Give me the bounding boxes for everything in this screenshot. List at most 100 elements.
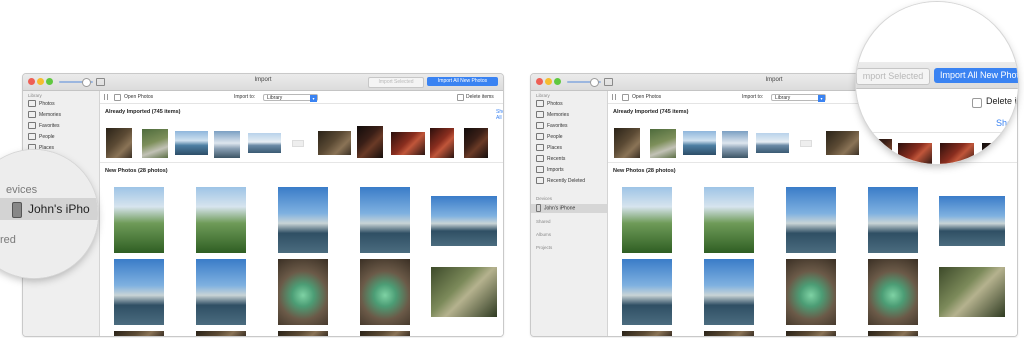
already-imported-heading: Already Imported (745 items): [105, 109, 181, 115]
imported-thumbnail[interactable]: [214, 131, 240, 158]
delete-items-checkbox[interactable]: [457, 94, 464, 101]
sidebar-item-memories[interactable]: Memories: [536, 111, 569, 120]
sidebar-item-favorites[interactable]: Favorites: [28, 122, 60, 131]
sidebar-item-label: People: [547, 134, 563, 140]
sidebar-header-library: Library: [28, 93, 42, 98]
sidebar-item-photos[interactable]: Photos: [28, 100, 55, 109]
import-toolbar: Open Photos Import to: Library ▾ Delete i…: [100, 91, 503, 104]
new-photo-thumbnail[interactable]: [278, 187, 328, 253]
imported-thumbnail[interactable]: [357, 126, 383, 158]
imported-thumbnail[interactable]: [614, 128, 640, 158]
sidebar-item-recently-deleted[interactable]: Recently Deleted: [536, 177, 585, 186]
new-photo-thumbnail[interactable]: [114, 187, 164, 253]
memories-icon: [536, 111, 544, 119]
imported-video-thumbnail[interactable]: [800, 140, 812, 147]
sidebar-toggle-icon[interactable]: [104, 94, 108, 100]
imported-thumbnail[interactable]: [756, 133, 789, 153]
zoomed-device-johns-iphone[interactable]: John's iPho: [28, 202, 90, 216]
new-photo-thumbnail[interactable]: [868, 331, 918, 336]
sidebar-item-favorites[interactable]: Favorites: [536, 122, 568, 131]
zoomed-devices-header: evices: [6, 184, 38, 196]
sidebar-item-people[interactable]: People: [536, 133, 563, 142]
new-photo-thumbnail[interactable]: [786, 187, 836, 253]
new-photo-thumbnail[interactable]: [196, 259, 246, 325]
imported-thumbnail[interactable]: [106, 128, 132, 158]
zoomed-shared-header: red: [0, 234, 16, 246]
imported-thumbnail[interactable]: [464, 128, 488, 158]
new-photo-thumbnail[interactable]: [622, 259, 672, 325]
imported-thumbnail[interactable]: [391, 132, 425, 155]
zoomed-delete-items-label: Delete ite: [986, 96, 1018, 106]
new-photo-thumbnail[interactable]: [786, 331, 836, 336]
sidebar-item-imports[interactable]: Imports: [536, 166, 564, 175]
popup-arrows-icon: ▾: [818, 95, 825, 102]
new-photo-thumbnail[interactable]: [868, 187, 918, 253]
new-photo-thumbnail[interactable]: [278, 259, 328, 325]
open-photos-checkbox[interactable]: [622, 94, 629, 101]
zoomed-delete-items-checkbox[interactable]: [972, 98, 982, 108]
new-photo-thumbnail[interactable]: [114, 259, 164, 325]
imported-thumbnail[interactable]: [318, 131, 351, 155]
new-photo-thumbnail[interactable]: [622, 187, 672, 253]
imported-thumbnail[interactable]: [175, 131, 208, 155]
new-photo-thumbnail[interactable]: [786, 259, 836, 325]
zoomed-divider: [856, 132, 1018, 133]
import-to-popup[interactable]: Library ▾: [263, 94, 318, 102]
imported-thumbnail[interactable]: [826, 131, 859, 155]
imported-thumbnail[interactable]: [142, 129, 168, 158]
sidebar-item-recents[interactable]: Recents: [536, 155, 565, 164]
new-photo-thumbnail[interactable]: [704, 187, 754, 253]
import-all-new-photos-button[interactable]: Import All New Photos: [427, 77, 498, 86]
zoomed-imported-thumbnail[interactable]: [940, 143, 974, 164]
zoom-callout-import-buttons: mport Selected Import All New Photo Dele…: [856, 2, 1018, 164]
new-photos-heading: New Photos (28 photos): [613, 168, 676, 174]
zoomed-imported-thumbnail[interactable]: [866, 139, 892, 164]
zoomed-import-all-button[interactable]: Import All New Photo: [934, 68, 1018, 83]
sidebar-item-label: Imports: [547, 167, 564, 173]
new-photo-thumbnail[interactable]: [196, 331, 246, 336]
zoomed-imported-thumbnail[interactable]: [898, 143, 932, 164]
new-photo-thumbnail[interactable]: [939, 267, 1005, 317]
new-photo-thumbnail[interactable]: [431, 196, 497, 246]
import-to-popup[interactable]: Library ▾: [771, 94, 826, 102]
sidebar-item-memories[interactable]: Memories: [28, 111, 61, 120]
new-photo-thumbnail[interactable]: [360, 331, 410, 336]
import-selected-button[interactable]: Import Selected: [368, 77, 424, 88]
new-photo-thumbnail[interactable]: [622, 331, 672, 336]
new-photo-thumbnail[interactable]: [196, 187, 246, 253]
imported-video-thumbnail[interactable]: [292, 140, 304, 147]
new-photo-thumbnail[interactable]: [704, 259, 754, 325]
sidebar-item-label: Recently Deleted: [547, 178, 586, 184]
zoom-callout-devices: evices John's iPho red: [0, 150, 98, 278]
sidebar-item-johns-iphone[interactable]: John's iPhone: [536, 204, 575, 213]
zoomed-show-all-link[interactable]: Sho: [996, 118, 1012, 128]
new-photo-thumbnail[interactable]: [939, 196, 1005, 246]
sidebar-item-people[interactable]: People: [28, 133, 55, 142]
imported-thumbnail[interactable]: [722, 131, 748, 158]
new-photo-thumbnail[interactable]: [868, 259, 918, 325]
new-photo-thumbnail[interactable]: [704, 331, 754, 336]
already-imported-heading: Already Imported (745 items): [613, 109, 689, 115]
sidebar-item-label: Photos: [547, 101, 563, 107]
zoomed-imported-thumbnail[interactable]: [982, 143, 1012, 164]
new-photo-thumbnail[interactable]: [360, 187, 410, 253]
imported-thumbnail[interactable]: [683, 131, 716, 155]
open-photos-checkbox[interactable]: [114, 94, 121, 101]
sidebar-item-photos[interactable]: Photos: [536, 100, 563, 109]
sidebar-item-label: Photos: [39, 101, 55, 107]
imported-thumbnail[interactable]: [248, 133, 281, 153]
new-photo-thumbnail[interactable]: [431, 267, 497, 317]
sidebar: Library Photos Memories Favorites People…: [531, 91, 608, 336]
new-photo-thumbnail[interactable]: [278, 331, 328, 336]
title-bar: Import Import Selected Import All New Ph…: [23, 74, 503, 91]
sidebar-item-label: Favorites: [547, 123, 568, 129]
show-all-link[interactable]: Show All: [496, 109, 503, 121]
imported-thumbnail[interactable]: [650, 129, 676, 158]
iphone-icon: [12, 202, 22, 218]
new-photo-thumbnail[interactable]: [114, 331, 164, 336]
imported-thumbnail[interactable]: [430, 128, 454, 158]
new-photo-thumbnail[interactable]: [360, 259, 410, 325]
sidebar-item-places[interactable]: Places: [536, 144, 562, 153]
zoomed-import-selected-button[interactable]: mport Selected: [856, 68, 930, 85]
sidebar-toggle-icon[interactable]: [612, 94, 616, 100]
